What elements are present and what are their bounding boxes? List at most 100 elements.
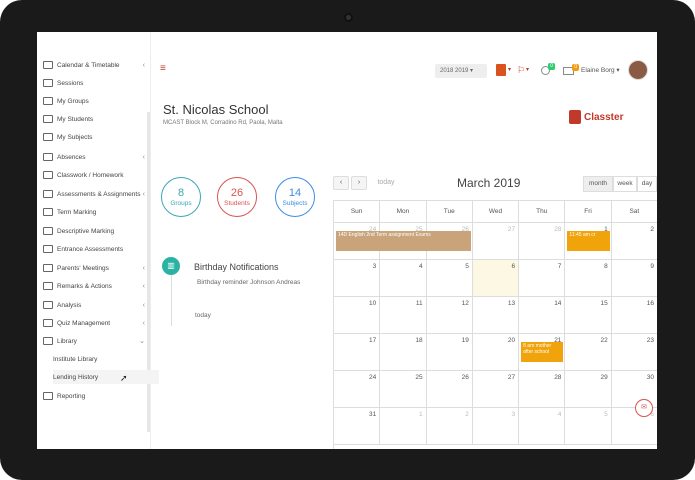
calendar-day-cell[interactable]: 3 [334,260,381,297]
messages-icon[interactable]: 0 [563,64,579,75]
calendar-day-cell[interactable]: 10 [334,297,381,334]
students-stat[interactable]: 26 Students [217,177,257,217]
day-number: 17 [369,337,377,344]
calendar-day-cell[interactable]: 5 [426,260,473,297]
sidebar-item-classwork-homework[interactable]: Classwork / Homework [43,168,149,182]
calendar-day-cell[interactable]: 24 [334,371,381,408]
calendar-day-cell[interactable]: 2 [611,223,657,260]
user-menu[interactable]: Elaine Borg ▾ [581,66,620,74]
calendar-day-cell[interactable]: 11 [380,297,427,334]
sidebar-item-parents-meetings[interactable]: Parents' Meetings ‹ [43,261,149,275]
sidebar-item-quiz-management[interactable]: Quiz Management ‹ [43,316,149,330]
chat-icon[interactable]: ✉ [635,399,653,417]
avatar[interactable] [628,60,648,80]
sidebar-item-descriptive-marking[interactable]: Descriptive Marking [43,224,149,238]
calendar-day-cell[interactable]: 25 [380,371,427,408]
notification-title: Birthday Notifications [194,262,279,272]
chevron-icon[interactable]: ‹ [143,283,145,290]
sidebar-item-absences[interactable]: Absences ‹ [43,150,149,164]
sidebar-item-entrance-assessments[interactable]: Entrance Assessments [43,242,149,256]
calendar-day-cell[interactable]: 12 [426,297,473,334]
calendar-today-button[interactable]: today [373,176,399,190]
sidebar-item-term-marking[interactable]: Term Marking [43,205,149,219]
sidebar-item-label: Term Marking [57,208,97,216]
calendar-day-cell[interactable]: 20 [472,334,520,371]
day-number: 2 [465,411,469,418]
calendar-day-cell[interactable]: 4 [380,260,427,297]
hamburger-menu-icon[interactable]: ≡ [160,63,166,74]
chevron-icon[interactable]: ‹ [143,320,145,327]
view-day-button[interactable]: day [637,176,657,192]
chevron-icon[interactable]: ‹ [143,191,145,198]
calendar-day-cell[interactable]: 28 [519,371,566,408]
school-year-select[interactable]: 2018 2019 ▾ [435,64,487,78]
sidebar-item-sessions[interactable]: Sessions [43,76,149,90]
calendar-day-cell[interactable]: 31 [334,408,381,445]
calendar-day-cell[interactable]: 4 [519,408,566,445]
calendar-day-cell[interactable]: 15 [565,297,612,334]
calendar-day-cell[interactable]: 27 [472,223,520,260]
sidebar-item-my-students[interactable]: My Students [43,112,149,126]
calendar-day-cell[interactable]: 26 [426,371,473,408]
office-icon[interactable] [496,64,506,76]
calendar-day-cell[interactable]: 23 [611,334,657,371]
calendar-day-cell[interactable]: 9 [611,260,657,297]
day-number: 25 [415,374,423,381]
students-label: Students [224,200,250,207]
sidebar-item-label: My Students [57,115,94,123]
calendar-day-cell[interactable]: 14 [519,297,566,334]
notifications-icon[interactable]: 0 [541,63,555,75]
calendar-day-cell[interactable]: 3 [472,408,520,445]
calendar-day-cell[interactable]: 1 [380,408,427,445]
day-number: 6 [511,263,516,270]
office-caret-icon[interactable]: ▾ [508,64,511,76]
calendar-day-cell[interactable]: 5 [565,408,612,445]
calendar-day-cell[interactable]: 27 [472,371,520,408]
calendar-day-cell[interactable]: 13 [472,297,520,334]
calendar-day-cell[interactable]: 22 [565,334,612,371]
sidebar-item-remarks-actions[interactable]: Remarks & Actions ‹ [43,279,149,293]
calendar-day-cell[interactable]: 28 [519,223,566,260]
sidebar-item-reporting[interactable]: Reporting [43,389,149,403]
calendar-day-cell[interactable]: 16 [611,297,657,334]
calendar-event[interactable]: 8 am mother after school [521,342,564,362]
day-number: 2 [650,226,654,233]
view-week-button[interactable]: week [613,176,637,192]
calendar-day-cell[interactable]: 6 [472,260,520,297]
calendar-day-cell[interactable]: 17 [334,334,381,371]
calendar-day-cell[interactable]: 19 [426,334,473,371]
view-month-button[interactable]: month [583,176,613,192]
brand-name: Classter [584,111,624,123]
flag-icon[interactable]: ⚐ [517,64,525,76]
calendar-event[interactable]: 11:45 am cr [567,231,610,251]
chevron-icon[interactable]: ‹ [143,265,145,272]
calendar-day-cell[interactable]: 18 [380,334,427,371]
groups-stat[interactable]: 8 Groups [161,177,201,217]
chevron-icon[interactable]: ‹ [143,62,145,69]
sidebar-item-institute-library[interactable]: Institute Library [53,352,159,366]
sidebar-item-analysis[interactable]: Analysis ‹ [43,298,149,312]
chevron-icon[interactable]: ⌄ [139,337,145,345]
calendar-prev-button[interactable]: ‹ [333,176,349,190]
calendar-next-button[interactable]: › [351,176,367,190]
subjects-stat[interactable]: 14 Subjects [275,177,315,217]
sidebar-item-calendar-timetable[interactable]: Calendar & Timetable ‹ [43,58,149,72]
flag-caret-icon[interactable]: ▾ [526,64,529,76]
sidebar-item-my-subjects[interactable]: My Subjects [43,130,149,144]
day-number: 12 [461,300,469,307]
sidebar-item-my-groups[interactable]: My Groups [43,94,149,108]
calendar-day-cell[interactable]: 2 [426,408,473,445]
analysis-icon [43,301,53,309]
calendar-day-cell[interactable]: 29 [565,371,612,408]
app-screen: Calendar & Timetable ‹ Sessions My Groups My… [37,32,657,449]
weekday-header: Sun [334,201,381,223]
chevron-icon[interactable]: ‹ [143,302,145,309]
sidebar-item-label: Parents' Meetings [57,264,109,272]
sidebar-item-lending-history[interactable]: Lending History [53,370,159,384]
sidebar-item-library[interactable]: Library ⌄ [43,334,149,348]
calendar-day-cell[interactable]: 7 [519,260,566,297]
sidebar-item-assessments-assignments[interactable]: Assessments & Assignments ‹ [43,187,149,201]
calendar-day-cell[interactable]: 8 [565,260,612,297]
calendar-event[interactable]: 14D English 2nd Term assignment Exams [336,231,471,251]
chevron-icon[interactable]: ‹ [143,154,145,161]
